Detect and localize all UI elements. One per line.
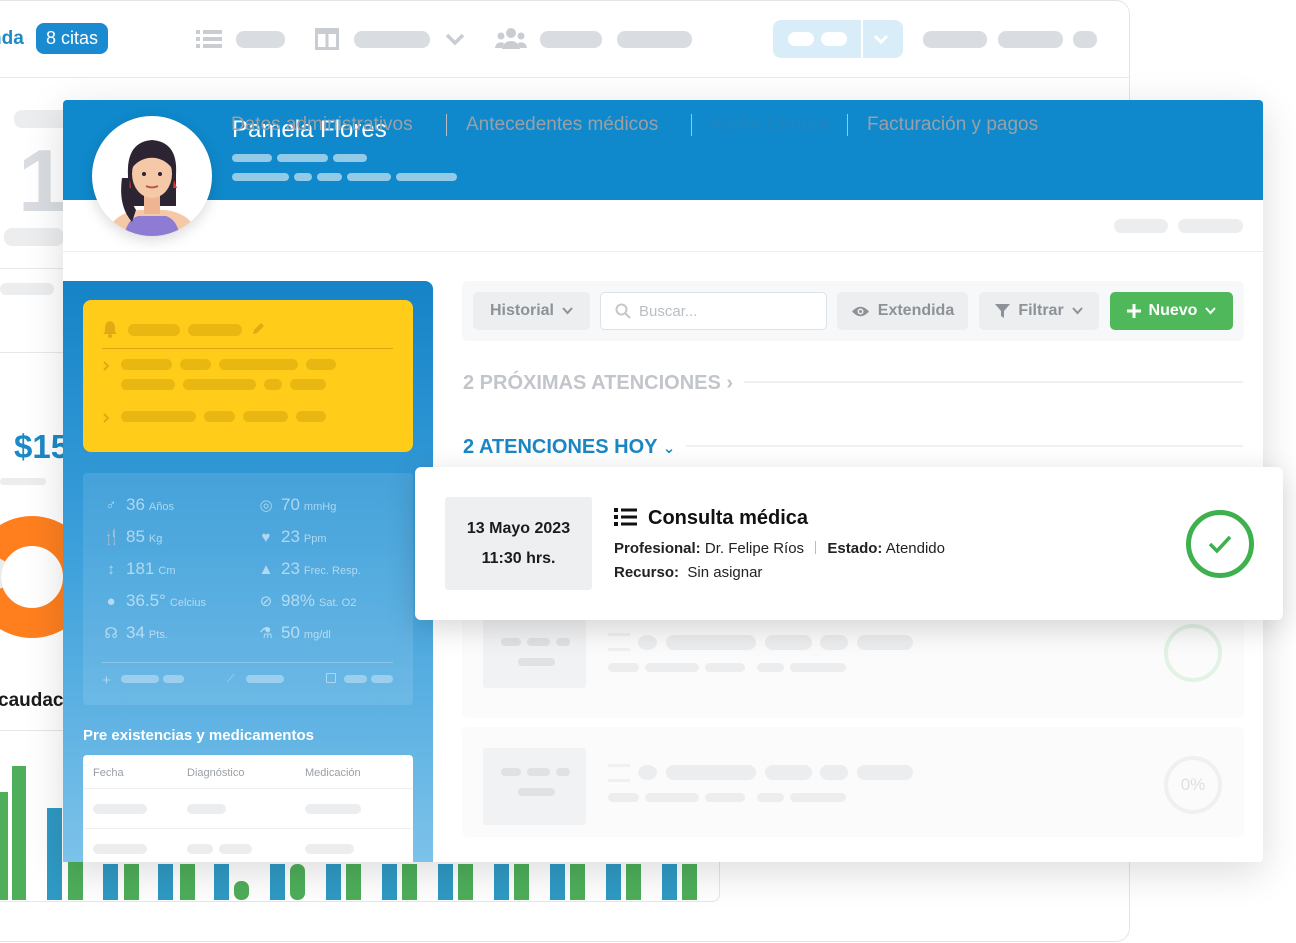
atenciones-hoy-header[interactable]: 2 ATENCIONES HOY ⌄ bbox=[463, 436, 675, 459]
alert-card[interactable] bbox=[83, 300, 413, 452]
male-icon: ♂ bbox=[105, 497, 117, 514]
view-toggle-button[interactable] bbox=[773, 20, 903, 58]
background-title: nda bbox=[0, 28, 24, 49]
tabs-bar bbox=[63, 200, 1263, 252]
vital-blood-pressure: ◎ 70 mmHg bbox=[257, 495, 336, 515]
avatar[interactable] bbox=[92, 116, 212, 236]
calendar-icon[interactable] bbox=[326, 673, 336, 683]
vital-score: ☊ 34 Pts. bbox=[102, 623, 168, 643]
status-check-icon[interactable] bbox=[1186, 510, 1254, 578]
chevron-down-icon bbox=[1071, 307, 1083, 315]
chevron-down-icon[interactable] bbox=[444, 31, 466, 47]
donut-chart bbox=[0, 515, 94, 644]
lungs-chart-icon: ▲ bbox=[258, 561, 274, 578]
column-header-fecha: Fecha bbox=[93, 767, 124, 779]
vital-age: ♂ 36 Años bbox=[102, 495, 174, 515]
vital-oxygen: ⊘ 98% Sat. O2 bbox=[257, 591, 357, 611]
bell-icon bbox=[102, 320, 118, 343]
appointment-time: 11:30 hrs. bbox=[481, 550, 556, 567]
filtrar-dropdown[interactable]: Filtrar bbox=[979, 292, 1099, 330]
height-icon: ↕ bbox=[107, 561, 115, 578]
proximas-atenciones-header[interactable]: 2 PRÓXIMAS ATENCIONES › bbox=[463, 372, 733, 395]
column-header-medicacion: Medicación bbox=[305, 767, 361, 779]
appointment-resource: Recurso: Sin asignar bbox=[614, 564, 763, 581]
chevron-right-icon: › bbox=[726, 372, 734, 394]
vital-height: ↕ 181 Cm bbox=[102, 559, 175, 579]
utensils-icon: 🍴 bbox=[102, 529, 121, 546]
vital-glucose: ⚗ 50 mg/dl bbox=[257, 623, 331, 643]
list-icon bbox=[608, 633, 630, 651]
add-vital-button[interactable]: + bbox=[102, 672, 111, 689]
vital-weight: 🍴 85 Kg bbox=[102, 527, 163, 546]
search-input[interactable]: Buscar... bbox=[600, 292, 827, 330]
appointment-title: Consulta médica bbox=[648, 507, 809, 529]
tab-facturacion-pagos[interactable]: Facturación y pagos bbox=[867, 114, 1038, 136]
drop-icon: ● bbox=[106, 593, 116, 610]
eye-icon bbox=[851, 306, 869, 316]
list-icon bbox=[614, 508, 637, 531]
list-icon[interactable] bbox=[196, 28, 222, 50]
tab-antecedentes-medicos[interactable]: Antecedentes médicos bbox=[466, 114, 658, 136]
appointments-count-badge[interactable]: 8 citas bbox=[36, 23, 109, 54]
extendida-button[interactable]: Extendida bbox=[837, 292, 968, 330]
column-header-diagnostico: Diagnóstico bbox=[187, 767, 245, 779]
appointment-date-box bbox=[445, 497, 592, 590]
preexistencias-title: Pre existencias y medicamentos bbox=[83, 727, 314, 744]
progress-indicator: 0% bbox=[1164, 756, 1222, 814]
vital-resp-rate: ▲ 23 Frec. Resp. bbox=[258, 559, 361, 578]
nuevo-button[interactable]: Nuevo bbox=[1110, 292, 1233, 330]
appointment-details: Profesional: Dr. Felipe Ríos Estado: Ate… bbox=[614, 540, 945, 557]
search-icon bbox=[615, 303, 631, 319]
list-icon bbox=[608, 764, 630, 782]
background-amount: $15 bbox=[14, 428, 70, 465]
chevron-right-icon[interactable] bbox=[102, 359, 110, 377]
chevron-down-icon bbox=[562, 307, 573, 315]
columns-icon[interactable] bbox=[315, 28, 339, 50]
chevron-down-icon: ⌄ bbox=[662, 440, 676, 457]
tab-datos-administrativos[interactable]: Datos administrativos bbox=[231, 114, 413, 136]
plus-icon bbox=[1126, 304, 1141, 318]
chart-icon[interactable]: ⟋ bbox=[227, 673, 235, 686]
chevron-down-icon bbox=[873, 34, 889, 45]
flask-icon: ⚗ bbox=[259, 625, 273, 642]
filter-icon bbox=[995, 303, 1011, 318]
historial-dropdown[interactable]: Historial bbox=[473, 292, 590, 330]
target-icon: ◎ bbox=[259, 497, 273, 514]
vital-temperature: ● 36.5° Celcius bbox=[102, 591, 206, 611]
heart-pulse-icon: ♥ bbox=[261, 529, 271, 546]
background-section-title: caudac bbox=[0, 690, 64, 711]
background-big-number: 1 bbox=[18, 131, 67, 230]
chevron-right-icon[interactable] bbox=[102, 411, 110, 429]
compass-icon: ⊘ bbox=[259, 593, 273, 610]
tab-ficha-clinica[interactable]: Ficha Clínica bbox=[711, 114, 828, 136]
chevron-down-icon bbox=[1205, 307, 1217, 315]
stethoscope-icon: ☊ bbox=[104, 625, 118, 642]
appointment-date: 13 Mayo 2023 bbox=[466, 520, 571, 537]
users-icon[interactable] bbox=[495, 27, 527, 51]
check-circle-icon bbox=[1164, 624, 1222, 682]
pencil-icon[interactable] bbox=[251, 322, 265, 341]
vital-pulse: ♥ 23 Ppm bbox=[257, 527, 327, 547]
